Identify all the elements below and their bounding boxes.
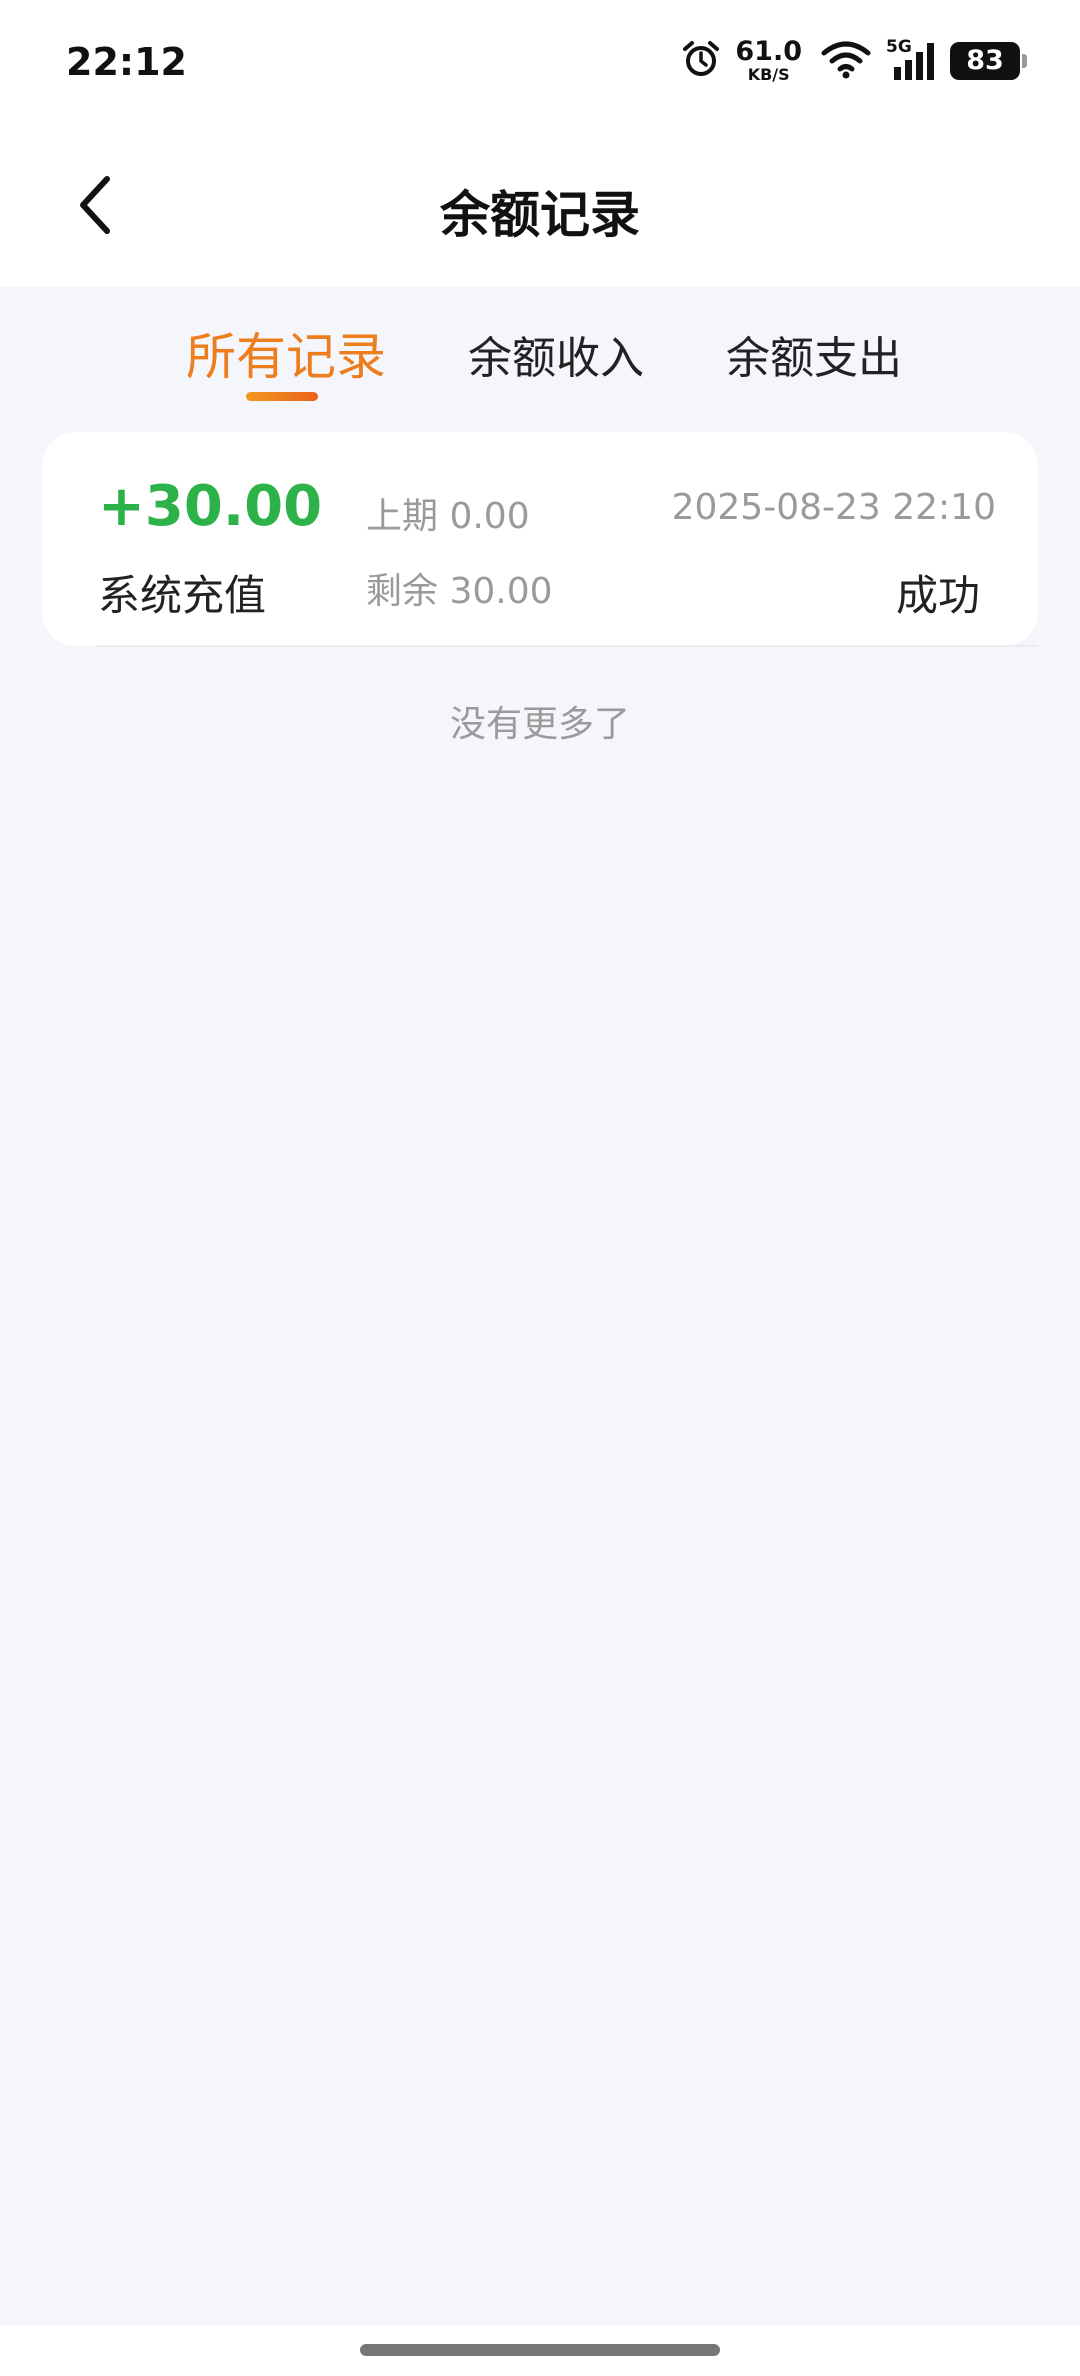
navigation-bar: 余额记录 <box>0 125 1080 287</box>
battery-level: 83 <box>966 45 1004 76</box>
battery-icon: 83 <box>950 41 1027 80</box>
active-tab-indicator <box>246 392 318 401</box>
list-end-text: 没有更多了 <box>449 704 630 745</box>
bottom-bar <box>0 2326 1080 2376</box>
status-bar: 22:12 61.0 KB/S 5G 83 <box>0 0 1080 125</box>
network-speed: 61.0 KB/S <box>735 38 802 83</box>
tab-balance-income[interactable]: 余额收入 <box>468 322 644 386</box>
record-tabs: 所有记录 余额收入 余额支出 <box>0 287 1080 417</box>
signal-icon: 5G <box>886 37 936 81</box>
network-speed-value: 61.0 <box>735 36 802 67</box>
status-time: 22:12 <box>66 40 187 84</box>
record-time: 2025-08-23 22:10 <box>671 487 996 528</box>
record-amount: +30.00 <box>98 474 323 539</box>
record-remaining-balance: 剩余 30.00 <box>366 571 553 612</box>
balance-record-card[interactable]: +30.00 系统充值 上期 0.00 剩余 30.00 2025-08-23 … <box>42 432 1038 646</box>
status-icons: 61.0 KB/S 5G 83 <box>681 37 1027 83</box>
tab-balance-expense[interactable]: 余额支出 <box>726 322 902 386</box>
network-speed-unit: KB/S <box>747 65 790 84</box>
record-status: 成功 <box>895 571 980 620</box>
page-title: 余额记录 <box>440 186 640 244</box>
home-indicator[interactable] <box>360 2344 720 2356</box>
divider <box>96 645 1038 647</box>
tab-all-records[interactable]: 所有记录 <box>186 317 386 389</box>
wifi-icon <box>820 39 872 83</box>
alarm-icon <box>681 39 721 83</box>
record-type: 系统充值 <box>98 571 267 620</box>
record-previous-balance: 上期 0.00 <box>366 496 530 537</box>
